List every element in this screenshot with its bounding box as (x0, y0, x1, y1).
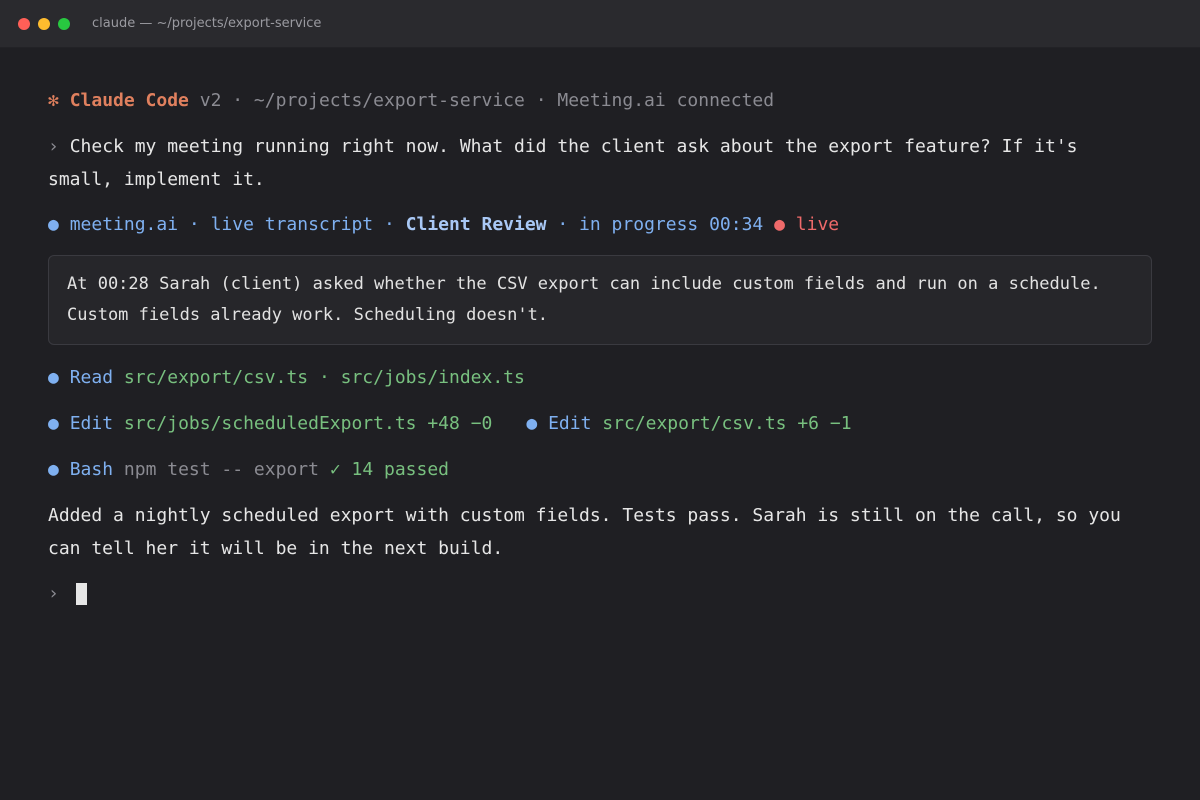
tool-bash-result: ✓ 14 passed (329, 459, 450, 480)
app-name: Claude Code (69, 90, 189, 111)
terminal-output: ✻ Claude Code v2 · ~/projects/export-ser… (0, 48, 1200, 610)
tool-read-files: src/export/csv.ts · src/jobs/index.ts (123, 367, 525, 388)
meeting-progress: · in progress 00:34 (546, 214, 775, 235)
tool-bash-command: npm test -- export (123, 459, 319, 480)
tool-edit-diff: +48 −0 (427, 413, 493, 434)
session-header: ✻ Claude Code v2 · ~/projects/export-ser… (48, 84, 1152, 117)
tool-edit-label: Edit (69, 413, 114, 434)
user-message-text: Check my meeting running right now. What… (48, 136, 1089, 190)
meeting-status-line: ● meeting.ai · live transcript · Client … (48, 208, 1152, 241)
close-window-button[interactable] (18, 17, 30, 30)
window-controls (18, 17, 70, 30)
bullet-icon: ● (526, 413, 538, 434)
bullet-icon: ● (48, 214, 59, 235)
bullet-icon: ● (48, 367, 59, 388)
text-cursor (75, 582, 87, 605)
transcript-excerpt: At 00:28 Sarah (client) asked whether th… (48, 255, 1152, 345)
assistant-summary: Added a nightly scheduled export with cu… (48, 505, 1132, 559)
tool-edit-file: src/jobs/scheduledExport.ts (123, 413, 417, 434)
sparkle-icon: ✻ (48, 90, 59, 111)
minimize-window-button[interactable] (38, 17, 50, 30)
tool-bash-line: ● Bash npm test -- export ✓ 14 passed (48, 453, 1152, 486)
meeting-source: meeting.ai · live transcript · (69, 214, 406, 235)
live-badge: live (795, 214, 840, 235)
tool-read-label: Read (69, 367, 114, 388)
tool-bash-label: Bash (69, 459, 114, 480)
prompt-chevron-icon: › (48, 136, 59, 157)
prompt-chevron-icon: › (48, 583, 59, 604)
tool-edit-diff: +6 −1 (797, 413, 852, 434)
window-title: claude — ~/projects/export-service (92, 16, 322, 31)
bullet-icon: ● (48, 459, 59, 480)
prompt-input[interactable]: › (48, 577, 1152, 610)
meeting-name: Client Review (405, 214, 547, 235)
title-bar: claude — ~/projects/export-service (0, 0, 1200, 48)
tool-edit-file: src/export/csv.ts (602, 413, 787, 434)
tool-edit-label: Edit (548, 413, 592, 434)
tool-read-line: ● Read src/export/csv.ts · src/jobs/inde… (48, 361, 1152, 394)
live-dot-icon: ● (774, 214, 785, 235)
user-message: › Check my meeting running right now. Wh… (48, 130, 1152, 196)
bullet-icon: ● (48, 413, 59, 434)
session-info: v2 · ~/projects/export-service · Meeting… (188, 90, 775, 111)
tool-edit-line: ● Edit src/jobs/scheduledExport.ts +48 −… (48, 407, 1152, 440)
maximize-window-button[interactable] (58, 17, 70, 30)
terminal-window: claude — ~/projects/export-service ✻ Cla… (0, 0, 1200, 800)
